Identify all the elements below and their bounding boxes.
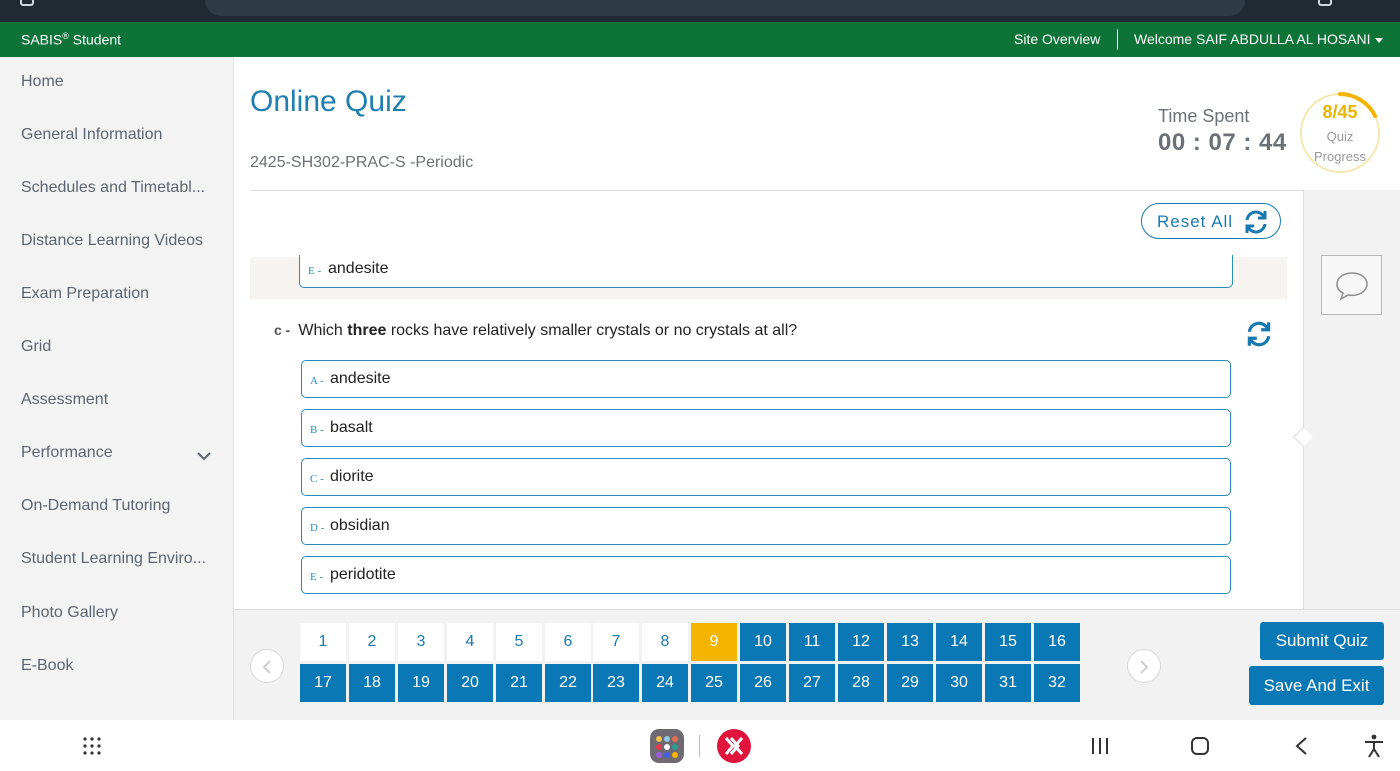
comment-button[interactable] xyxy=(1321,255,1382,315)
address-bar[interactable] xyxy=(205,0,1245,16)
reset-question-icon[interactable] xyxy=(1244,319,1274,349)
sidebar-item-home[interactable]: Home xyxy=(21,73,217,91)
question-number-27[interactable]: 27 xyxy=(789,664,835,702)
question-number-13[interactable]: 13 xyxy=(887,623,933,661)
home-button-icon[interactable] xyxy=(1190,736,1210,756)
question-number-31[interactable]: 31 xyxy=(985,664,1031,702)
question-number-2[interactable]: 2 xyxy=(349,623,395,661)
question-number-26[interactable]: 26 xyxy=(740,664,786,702)
option-b[interactable]: B - basalt xyxy=(301,409,1231,447)
sidebar-item-on-demand-tutoring[interactable]: On-Demand Tutoring xyxy=(21,497,217,515)
option-c[interactable]: C - diorite xyxy=(301,458,1231,496)
back-button-icon[interactable] xyxy=(1292,736,1312,756)
option-d[interactable]: D - obsidian xyxy=(301,507,1231,545)
question-number-16[interactable]: 16 xyxy=(1034,623,1080,661)
quiz-progress-label: Quiz Progress xyxy=(1313,129,1367,164)
prev-page-button[interactable] xyxy=(250,649,284,683)
comment-panel xyxy=(1293,190,1400,609)
question-number-19[interactable]: 19 xyxy=(398,664,444,702)
user-menu[interactable]: Welcome SAIF ABDULLA AL HOSANI xyxy=(1134,31,1383,47)
question-number-18[interactable]: 18 xyxy=(349,664,395,702)
question-text: c - Which three rocks have relatively sma… xyxy=(274,322,798,339)
refresh-icon xyxy=(1245,210,1267,234)
question-number-5[interactable]: 5 xyxy=(496,623,542,661)
page-title: Online Quiz xyxy=(250,85,407,118)
previous-option-e[interactable]: E - andesite xyxy=(299,255,1233,288)
option-e[interactable]: E - peridotite xyxy=(301,556,1231,594)
chevron-right-icon xyxy=(1140,660,1149,674)
question-number-23[interactable]: 23 xyxy=(593,664,639,702)
site-overview-link[interactable]: Site Overview xyxy=(1014,31,1100,47)
time-spent-label: Time Spent xyxy=(1158,106,1250,126)
question-number-4[interactable]: 4 xyxy=(447,623,493,661)
question-number-30[interactable]: 30 xyxy=(936,664,982,702)
sidebar-item-e-book[interactable]: E-Book xyxy=(21,657,217,675)
browser-toolbar xyxy=(0,0,1400,22)
question-number-22[interactable]: 22 xyxy=(545,664,591,702)
question-number-20[interactable]: 20 xyxy=(447,664,493,702)
sidebar-item-grid[interactable]: Grid xyxy=(21,338,217,356)
quiz-code: 2425-SH302-PRAC-S -Periodic xyxy=(250,154,474,171)
sidebar-item-exam-preparation[interactable]: Exam Preparation xyxy=(21,285,217,303)
time-spent-value: 00 : 07 : 44 xyxy=(1158,129,1287,156)
question-number-1[interactable]: 1 xyxy=(300,623,346,661)
question-number-7[interactable]: 7 xyxy=(593,623,639,661)
brand-logo[interactable]: SABIS® Student xyxy=(21,31,121,48)
save-and-exit-button[interactable]: Save And Exit xyxy=(1249,666,1384,705)
question-number-21[interactable]: 21 xyxy=(496,664,542,702)
question-number-25[interactable]: 25 xyxy=(691,664,737,702)
question-number-10[interactable]: 10 xyxy=(740,623,786,661)
caret-down-icon xyxy=(1374,37,1383,43)
question-number-3[interactable]: 3 xyxy=(398,623,444,661)
question-number-32[interactable]: 32 xyxy=(1034,664,1080,702)
sidebar-item-photo-gallery[interactable]: Photo Gallery xyxy=(21,604,217,622)
next-page-button[interactable] xyxy=(1127,649,1161,683)
speech-bubble-icon xyxy=(1336,272,1368,301)
question-number-24[interactable]: 24 xyxy=(642,664,688,702)
question-number-6[interactable]: 6 xyxy=(545,623,591,661)
submit-quiz-button[interactable]: Submit Quiz xyxy=(1260,622,1384,660)
sidebar-item-general-information[interactable]: General Information xyxy=(21,126,217,144)
sidebar-item-assessment[interactable]: Assessment xyxy=(21,391,217,409)
app-drawer-icon[interactable] xyxy=(82,736,102,756)
question-number-11[interactable]: 11 xyxy=(789,623,835,661)
tabs-icon[interactable] xyxy=(20,0,34,6)
recent-apps-icon[interactable] xyxy=(1090,736,1110,756)
quiz-progress-value: 8/45 xyxy=(1322,102,1358,122)
question-number-8[interactable]: 8 xyxy=(642,623,688,661)
browser-menu-icon[interactable] xyxy=(1318,0,1332,6)
chevron-left-icon xyxy=(262,660,271,674)
sidebar-item-performance[interactable]: Performance xyxy=(21,444,217,462)
question-number-9[interactable]: 9 xyxy=(691,623,737,661)
taskbar-divider xyxy=(699,735,700,757)
app-header: SABIS® Student Site Overview Welcome SAI… xyxy=(0,22,1400,57)
question-navigator: 1 2 3 4 5 6 7 8 9 10 11 12 13 14 15 16 17 18 19 20 21 22 23 24 2… xyxy=(234,609,1400,720)
chevron-down-icon[interactable] xyxy=(196,450,212,462)
panel-notch xyxy=(1293,427,1313,447)
system-nav-bar xyxy=(0,720,1400,771)
previous-question-area: E - andesite xyxy=(250,255,1287,299)
title-divider xyxy=(250,190,1304,191)
reset-all-button[interactable]: Reset All xyxy=(1141,203,1281,239)
question-number-14[interactable]: 14 xyxy=(936,623,982,661)
sidebar: Home General Information Schedules and T… xyxy=(0,57,234,720)
sidebar-item-student-learning[interactable]: Student Learning Enviro... xyxy=(21,550,217,568)
header-divider xyxy=(1117,29,1118,50)
question-number-29[interactable]: 29 xyxy=(887,664,933,702)
sidebar-item-distance-learning[interactable]: Distance Learning Videos xyxy=(21,232,217,250)
quiz-main: Online Quiz 2425-SH302-PRAC-S -Periodic … xyxy=(234,57,1400,720)
app-icon-red[interactable] xyxy=(716,728,752,764)
question-number-17[interactable]: 17 xyxy=(300,664,346,702)
question-number-12[interactable]: 12 xyxy=(838,623,884,661)
accessibility-icon[interactable] xyxy=(1363,734,1385,758)
question-number-15[interactable]: 15 xyxy=(985,623,1031,661)
apps-folder-icon[interactable] xyxy=(649,728,685,764)
option-a[interactable]: A - andesite xyxy=(301,360,1231,398)
question-number-28[interactable]: 28 xyxy=(838,664,884,702)
sidebar-item-schedules[interactable]: Schedules and Timetabl... xyxy=(21,179,217,197)
